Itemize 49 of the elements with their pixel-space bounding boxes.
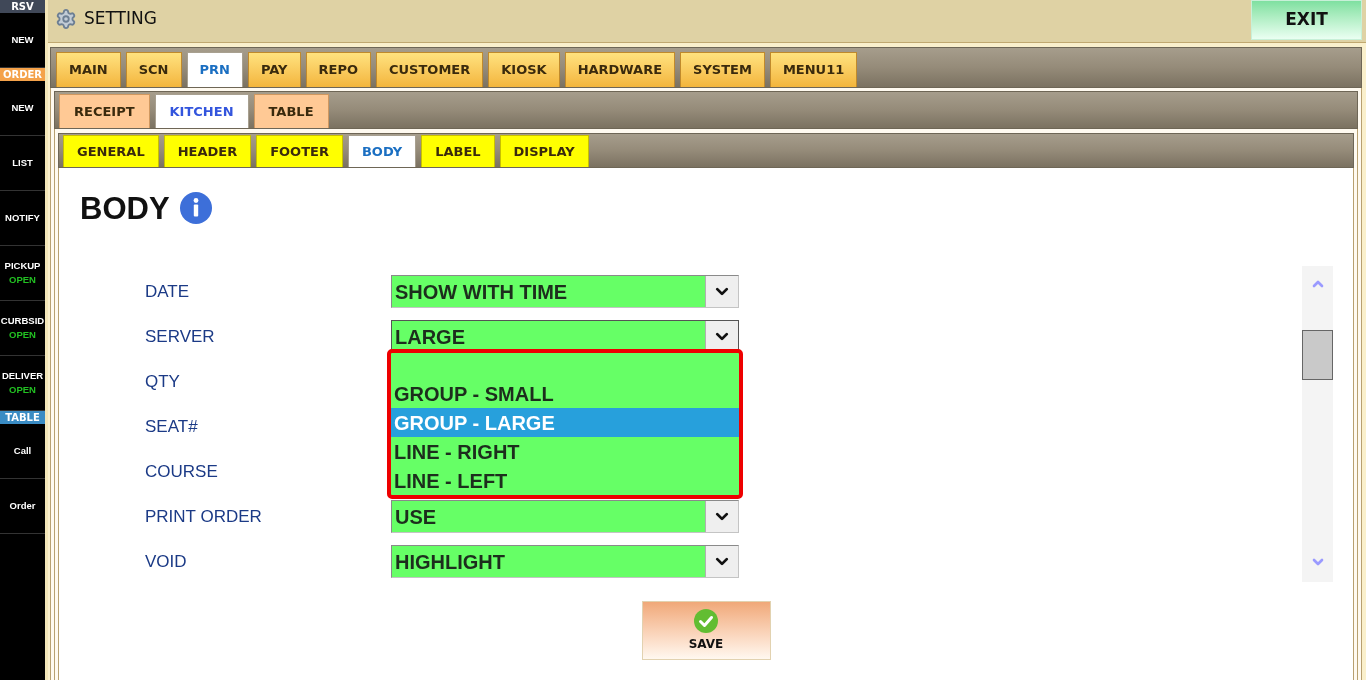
dropdown-option[interactable]: LINE - LEFT [391, 466, 739, 495]
tab[interactable]: HARDWARE [564, 52, 676, 87]
exit-button[interactable]: EXIT [1251, 0, 1362, 40]
info-icon[interactable] [179, 192, 212, 224]
section-header: TABLE [0, 411, 45, 424]
scrollbar-thumb[interactable] [1302, 330, 1333, 380]
tab[interactable]: HEADER [163, 135, 252, 167]
tab[interactable]: SYSTEM [680, 52, 765, 87]
tab[interactable]: RECEIPT [59, 94, 150, 128]
select-field[interactable]: SHOW WITH TIME [391, 275, 739, 308]
tab[interactable]: MAIN [56, 52, 121, 87]
dropdown-option[interactable]: LINE - RIGHT [391, 437, 739, 466]
save-button[interactable]: SAVE [641, 601, 771, 660]
tab[interactable]: MENU11 [769, 52, 858, 87]
chevron-down-icon [705, 501, 738, 532]
check-icon [694, 608, 718, 633]
tab[interactable]: LABEL [421, 135, 495, 167]
dropdown-option[interactable]: GROUP - SMALL [391, 379, 739, 408]
field-label: SERVER [145, 325, 216, 348]
tab[interactable]: PRN [186, 52, 243, 87]
field-label: DATE [145, 280, 191, 303]
field-label: PRINT ORDER [145, 505, 263, 528]
select-field[interactable]: USE [391, 500, 739, 533]
field-label: SEAT# [145, 415, 199, 438]
select-field[interactable]: HIGHLIGHT [391, 545, 739, 578]
settings-icon [55, 8, 77, 30]
tab[interactable]: SCN [125, 52, 182, 87]
tab[interactable]: KITCHEN [154, 94, 249, 128]
tab[interactable]: KIOSK [488, 52, 560, 87]
chevron-down-icon [705, 546, 738, 577]
chevron-down-icon [705, 276, 738, 307]
status-label: OPEN [9, 273, 36, 287]
field-label: VOID [145, 550, 188, 573]
field-label: QTY [145, 370, 181, 393]
tab[interactable]: CUSTOMER [376, 52, 484, 87]
window-title: SETTING [84, 7, 157, 31]
section-header: ORDER [0, 68, 45, 81]
status-label: OPEN [9, 328, 36, 342]
field-label: COURSE [145, 460, 219, 483]
tab[interactable]: DISPLAY [499, 135, 589, 167]
section-header: RSV [0, 0, 45, 13]
tab[interactable]: REPO [305, 52, 371, 87]
tab[interactable]: FOOTER [256, 135, 343, 167]
tab[interactable]: PAY [247, 52, 301, 87]
tab[interactable]: BODY [347, 135, 417, 167]
tab[interactable]: GENERAL [63, 135, 159, 167]
tab[interactable]: TABLE [253, 94, 329, 128]
panel-title: BODY [80, 192, 170, 224]
status-label: OPEN [9, 383, 36, 397]
